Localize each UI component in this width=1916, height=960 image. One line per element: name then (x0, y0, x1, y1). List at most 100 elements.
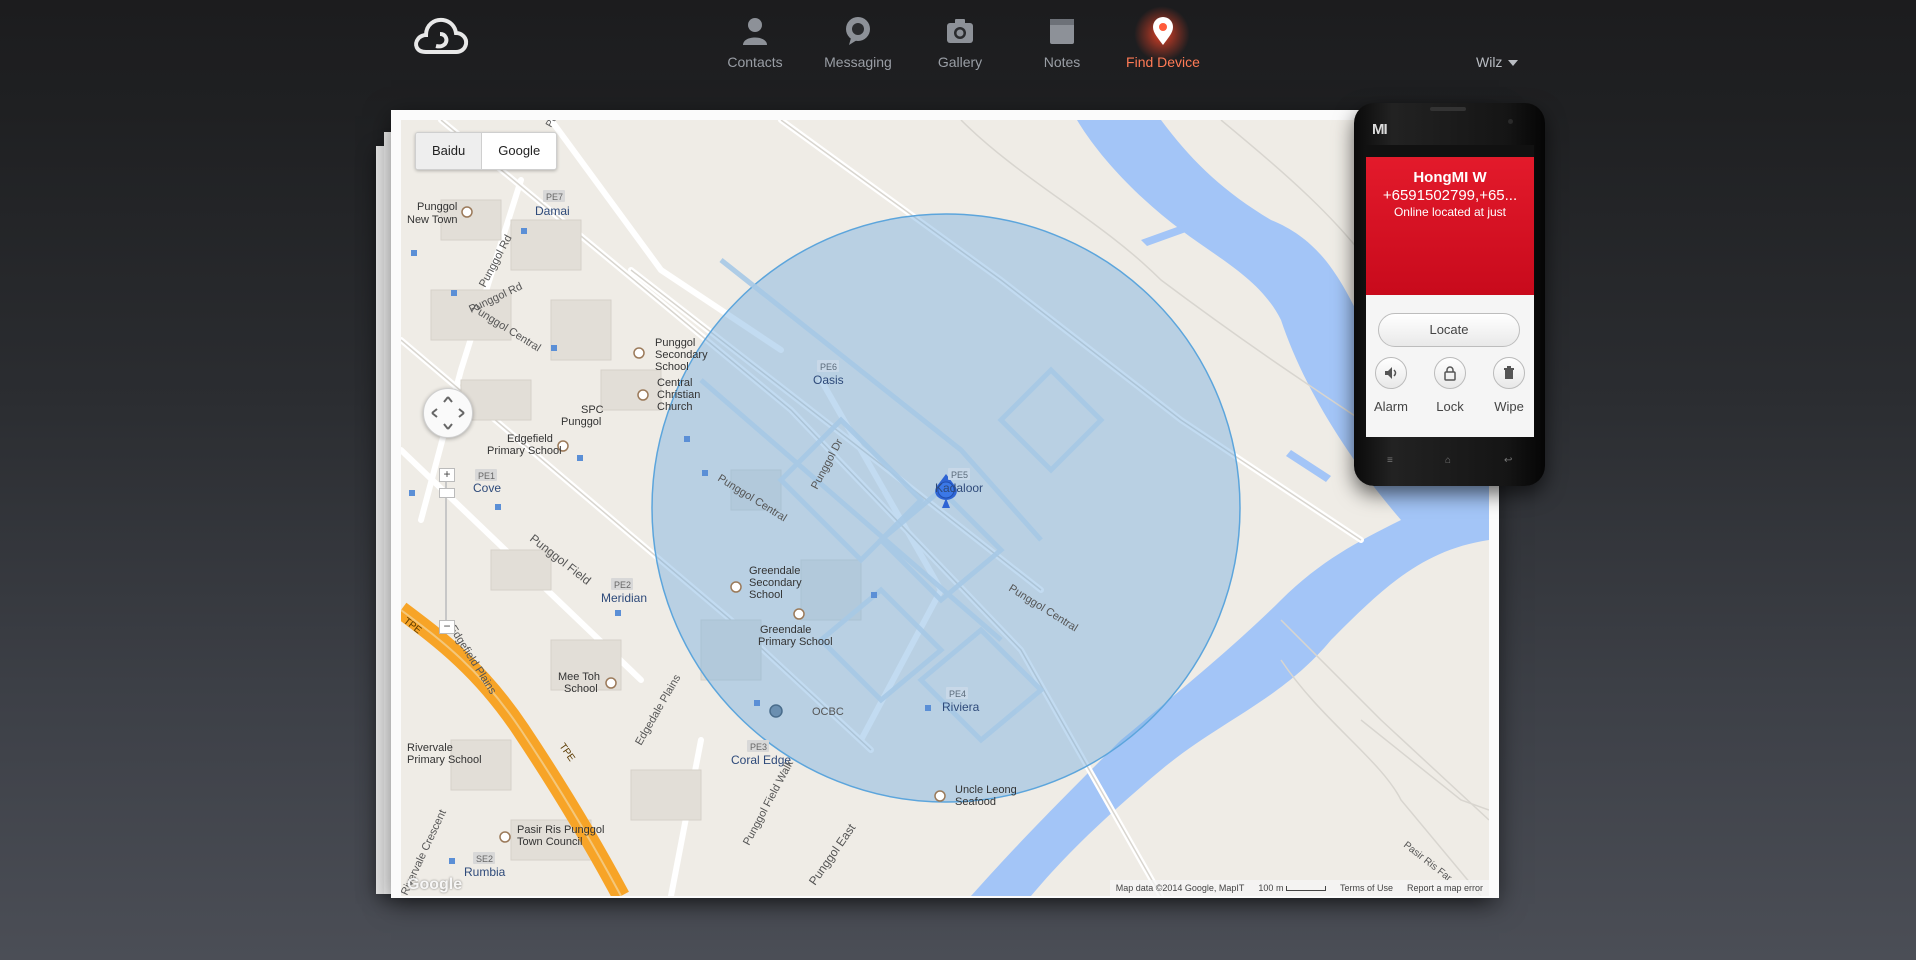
nav-contacts-label: Contacts (727, 54, 783, 70)
label-damai-code: PE7 (546, 192, 563, 202)
label-edgedale-plains: Edgedale Plains (633, 672, 683, 747)
nav-find-device[interactable]: Find Device (1118, 16, 1208, 70)
lock-icon (1434, 357, 1466, 389)
label-rumbia: Rumbia (464, 865, 506, 879)
label-rivervale-primary-2: Primary School (407, 754, 482, 766)
map-type-toggle: Baidu Google (415, 132, 558, 170)
back-key-icon: ↩ (1504, 455, 1513, 466)
user-menu[interactable]: Wilz (1476, 54, 1519, 70)
user-name: Wilz (1476, 54, 1503, 70)
menu-key-icon: ≡ (1387, 455, 1393, 466)
nav-contacts[interactable]: Contacts (710, 16, 800, 70)
label-punggol-secondary-3: School (655, 361, 689, 373)
device-name: HongMI W (1413, 169, 1487, 186)
label-punggol-field-walk: Punggol Field Walk (741, 758, 796, 847)
label-uncle-leong-2: Seafood (955, 796, 996, 808)
label-damai: Damai (535, 204, 570, 218)
label-meridian: Meridian (601, 591, 647, 605)
cloud-logo-icon[interactable] (412, 14, 470, 56)
zoom-track (445, 478, 447, 628)
gallery-icon (945, 16, 975, 46)
label-kadaloor: Kadaloor (935, 481, 983, 495)
label-central-christian: Central (657, 377, 692, 389)
report-error-link[interactable]: Report a map error (1407, 880, 1483, 896)
label-edgefield-primary-2: Primary School (487, 445, 562, 457)
label-rivervale-primary: Rivervale (407, 742, 453, 754)
label-punggol-east: Punggol East (806, 821, 859, 888)
lock-button[interactable]: Lock (1430, 357, 1470, 414)
label-riviera-code: PE4 (949, 689, 966, 699)
label-uncle-leong: Uncle Leong (955, 784, 1017, 796)
label-central-christian-2: Christian (657, 389, 700, 401)
lock-label: Lock (1436, 399, 1464, 414)
pan-arrows-icon (431, 396, 465, 430)
speaker-icon (1375, 357, 1407, 389)
label-punggol-secondary-2: Secondary (655, 349, 708, 361)
find-device-icon (1148, 16, 1178, 46)
wipe-button[interactable]: Wipe (1489, 357, 1529, 414)
label-coral-edge-code: PE3 (750, 742, 767, 752)
nav-gallery-label: Gallery (937, 54, 983, 70)
phone-screen: HongMI W +6591502799,+65... Online locat… (1366, 145, 1534, 437)
label-mee-toh-2: School (564, 683, 598, 695)
label-greendale-secondary-2: Secondary (749, 577, 802, 589)
google-logo: Google (407, 876, 463, 893)
label-edgefield-primary: Edgefield (507, 433, 553, 445)
label-mee-toh: Mee Toh (558, 671, 600, 683)
label-rumbia-code: SE2 (476, 854, 493, 864)
alarm-label: Alarm (1374, 399, 1408, 414)
label-meridian-code: PE2 (614, 580, 631, 590)
phone-speaker (1430, 107, 1466, 111)
device-phone-panel: MI HongMI W +6591502799,+65... Online lo… (1354, 103, 1545, 486)
label-pasir-ris-far: Pasir Ris Far (1401, 840, 1454, 885)
phone-softkeys: ≡ ⌂ ↩ (1354, 455, 1545, 469)
label-greendale-secondary-3: School (749, 589, 783, 601)
device-status: Online located at just (1393, 205, 1507, 219)
camera-icon (1508, 119, 1513, 124)
zoom-in-button[interactable]: + (439, 468, 455, 482)
label-cove-code: PE1 (478, 471, 495, 481)
nav-notes[interactable]: Notes (1017, 16, 1107, 70)
zoom-out-button[interactable]: − (439, 620, 455, 634)
nav-notes-label: Notes (1043, 54, 1081, 70)
nav-messaging[interactable]: Messaging (813, 16, 903, 70)
label-greendale-secondary: Greendale (749, 565, 800, 577)
chevron-down-icon (1508, 60, 1519, 67)
trash-icon (1493, 357, 1525, 389)
label-ocbc: OCBC (812, 706, 844, 718)
nav-messaging-label: Messaging (824, 54, 892, 70)
label-oasis: Oasis (813, 373, 844, 387)
label-greendale-primary: Greendale (760, 624, 811, 636)
terms-link[interactable]: Terms of Use (1340, 880, 1393, 896)
label-spc-2: Punggol (561, 416, 601, 428)
label-greendale-primary-2: Primary School (758, 636, 833, 648)
device-info-panel: HongMI W +6591502799,+65... Online locat… (1366, 157, 1534, 295)
zoom-slider-handle[interactable] (439, 488, 455, 498)
map-scale: 100 m (1258, 880, 1326, 896)
label-oasis-code: PE6 (820, 362, 837, 372)
label-punggol-new-town-2: New Town (407, 214, 458, 226)
map-canvas[interactable]: Punggol New Town PE7 Damai Punggol Rd Pu… (401, 120, 1489, 896)
label-central-christian-3: Church (657, 401, 692, 413)
label-tpe-2: TPE (557, 741, 577, 764)
label-riviera: Riviera (942, 700, 980, 714)
label-punggol-secondary: Punggol (655, 337, 695, 349)
contacts-icon (740, 16, 770, 46)
label-punggol-rd: Punggol Rd (477, 233, 515, 289)
wipe-label: Wipe (1494, 399, 1524, 414)
locate-button[interactable]: Locate (1378, 313, 1520, 347)
tab-baidu[interactable]: Baidu (416, 133, 483, 169)
label-spc: SPC (581, 404, 604, 416)
status-bar (1366, 145, 1534, 157)
map-attribution: Map data ©2014 Google, MapIT 100 m Terms… (1109, 880, 1489, 896)
home-key-icon: ⌂ (1445, 455, 1452, 466)
tab-google[interactable]: Google (482, 133, 556, 169)
label-pasir-ris-punggol-2: Town Council (517, 836, 582, 848)
notes-icon (1047, 16, 1077, 46)
label-pasir-ris-punggol: Pasir Ris Punggol (517, 824, 604, 836)
nav-gallery[interactable]: Gallery (915, 16, 1005, 70)
pan-control[interactable] (423, 388, 473, 438)
label-kadaloor-code: PE5 (951, 470, 968, 480)
alarm-button[interactable]: Alarm (1371, 357, 1411, 414)
label-punggol-new-town: Punggol (417, 201, 457, 213)
